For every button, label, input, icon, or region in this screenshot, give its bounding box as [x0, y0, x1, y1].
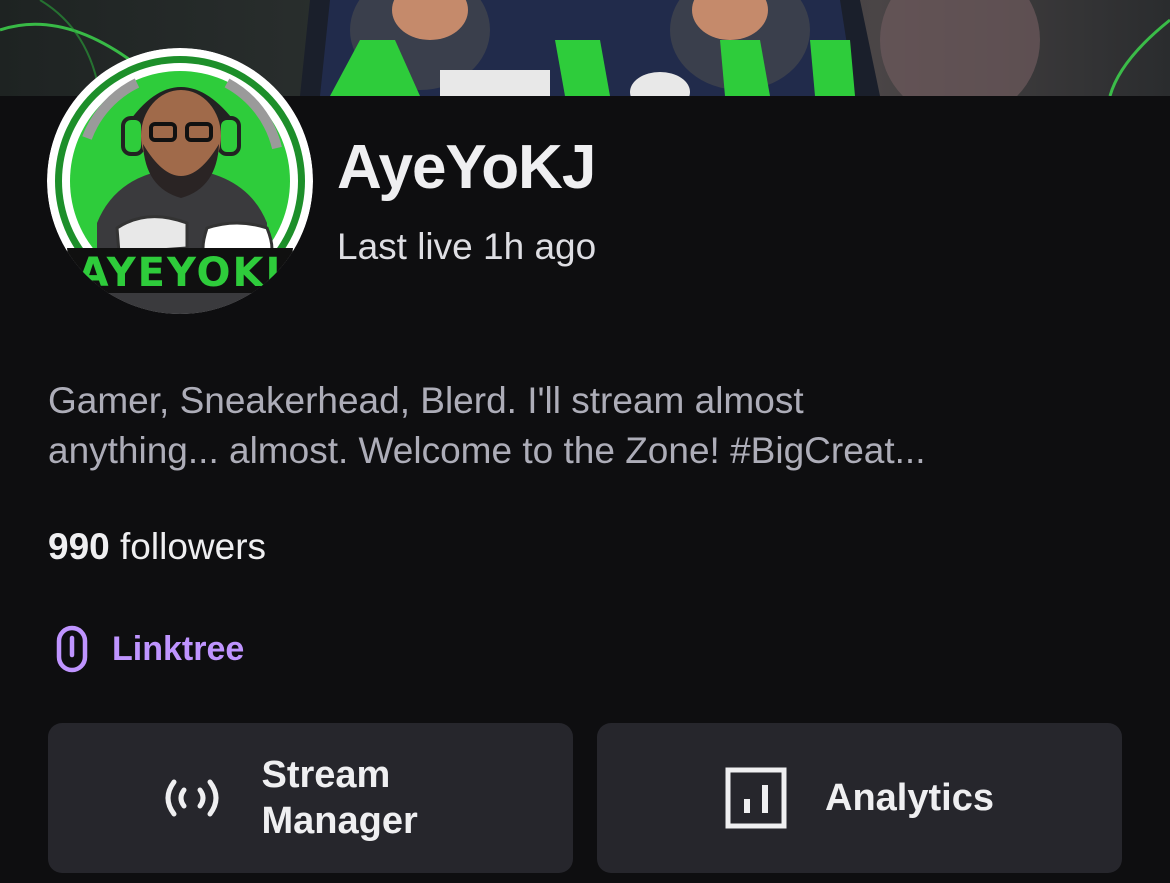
avatar-logo-text: AYEYOKJ: [78, 250, 283, 296]
channel-avatar[interactable]: AYEYOKJ: [47, 48, 313, 314]
stream-manager-button[interactable]: Stream Manager: [48, 723, 573, 873]
bar-chart-icon: [725, 767, 787, 829]
bio-line: anything... almost. Welcome to the Zone!…: [48, 430, 926, 471]
link-icon: [56, 625, 88, 673]
stream-manager-label: Stream Manager: [261, 754, 418, 842]
analytics-button[interactable]: Analytics: [597, 723, 1122, 873]
followers-summary: 990 followers: [48, 526, 266, 568]
link-label: Linktree: [112, 629, 245, 668]
social-link-linktree[interactable]: Linktree: [56, 624, 244, 674]
followers-label: followers: [120, 526, 267, 567]
channel-bio: Gamer, Sneakerhead, Blerd. I'll stream a…: [48, 376, 1128, 476]
bio-line: Gamer, Sneakerhead, Blerd. I'll stream a…: [48, 380, 804, 421]
channel-name: AyeYoKJ: [337, 133, 596, 202]
followers-count: 990: [48, 526, 110, 567]
broadcast-icon: [165, 779, 218, 817]
last-live-status: Last live 1h ago: [337, 226, 597, 267]
channel-profile-page: AYEYOKJ AyeYoKJ Last live 1h ago Gamer, …: [0, 0, 1170, 883]
analytics-label: Analytics: [825, 777, 994, 819]
